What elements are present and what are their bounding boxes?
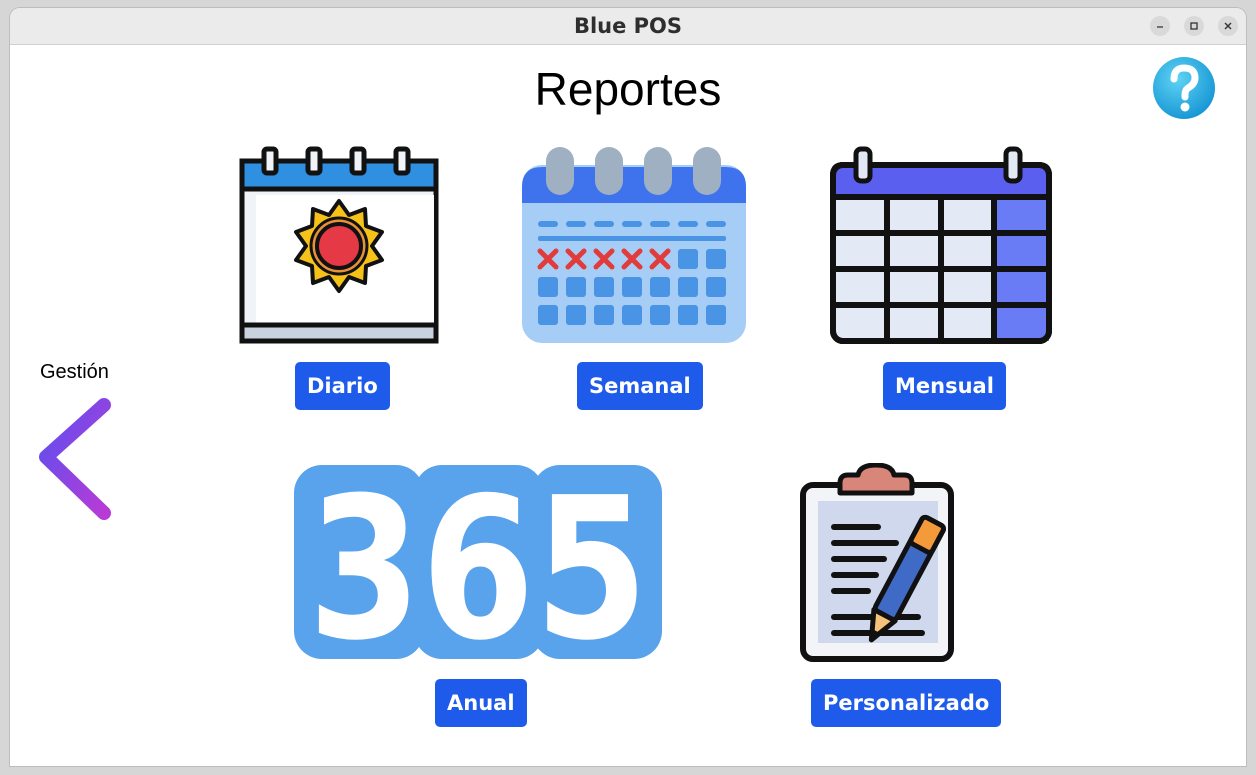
monthly-report-button[interactable]: Mensual — [883, 362, 1006, 410]
daily-report-button[interactable]: Diario — [295, 362, 390, 410]
annual-report-button[interactable]: Anual — [435, 679, 527, 727]
close-icon — [1224, 22, 1232, 30]
main-content: Reportes Gestión Diario Semanal Mensual … — [10, 45, 1246, 766]
back-label: Gestión — [40, 361, 109, 383]
chevron-left-icon[interactable] — [38, 395, 114, 521]
page-title: Reportes — [534, 63, 722, 115]
maximize-button[interactable] — [1184, 16, 1204, 36]
365-text: 365 — [308, 463, 648, 661]
minimize-button[interactable] — [1150, 16, 1170, 36]
custom-report-button[interactable]: Personalizado — [811, 679, 1002, 727]
month-calendar-icon[interactable] — [828, 145, 1054, 345]
window-title: Blue POS — [573, 14, 683, 38]
maximize-icon — [1190, 22, 1198, 30]
week-calendar-icon[interactable] — [520, 145, 748, 345]
title-bar[interactable]: Blue POS — [10, 8, 1246, 45]
weekly-report-button[interactable]: Semanal — [577, 362, 703, 410]
365-icon[interactable]: 365 — [292, 463, 664, 661]
close-button[interactable] — [1218, 16, 1238, 36]
app-window: Blue POS Reportes Gestión Diario Semanal… — [10, 8, 1246, 766]
minimize-icon — [1157, 26, 1163, 28]
sun-calendar-icon[interactable] — [238, 145, 440, 345]
clipboard-pen-icon[interactable] — [798, 463, 956, 663]
question-circle-icon[interactable] — [1152, 56, 1216, 120]
